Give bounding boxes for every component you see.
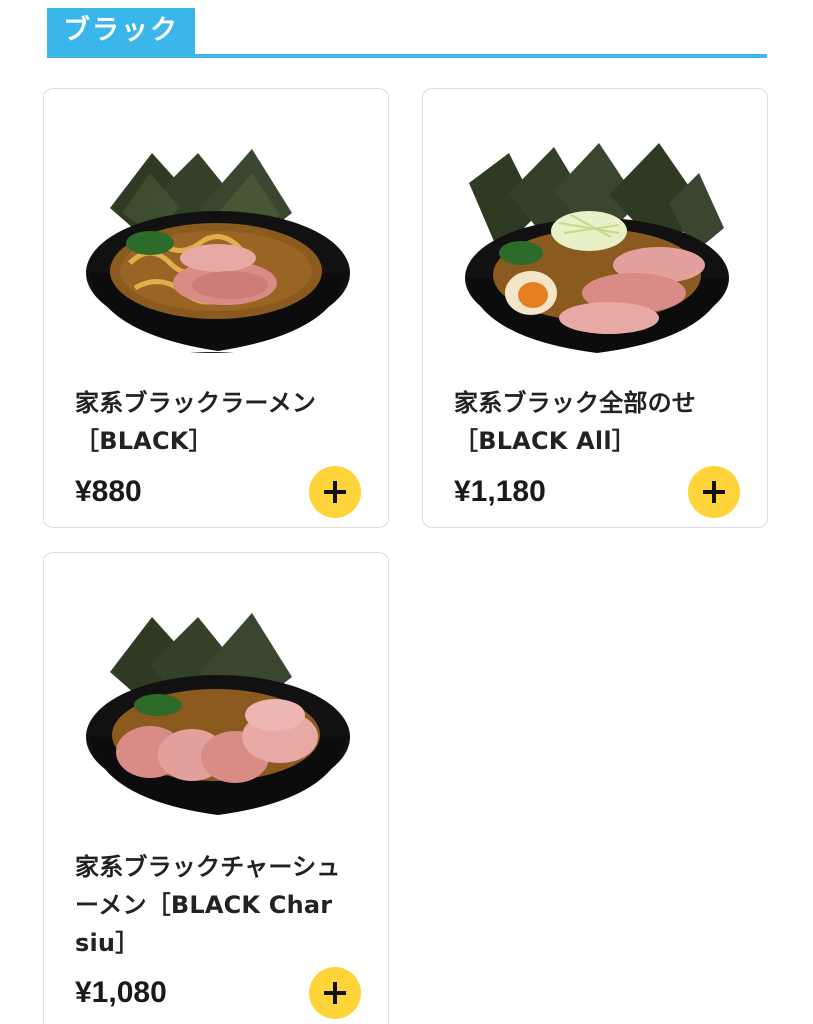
menu-item-name: 家系ブラック全部のせ ［BLACK All］ <box>454 389 696 455</box>
plus-icon <box>703 481 725 503</box>
plus-icon <box>324 982 346 1004</box>
add-to-cart-button[interactable] <box>309 967 361 1019</box>
menu-item-name: 家系ブラックチャーシュ ーメン［BLACK Char siu］ <box>75 853 341 957</box>
menu-item-name: 家系ブラックラーメン ［BLACK］ <box>75 389 317 455</box>
menu-item-card[interactable]: 家系ブラックチャーシュ ーメン［BLACK Char siu］ ¥1,080 <box>43 552 389 1024</box>
ramen-bowl-image <box>465 143 729 353</box>
add-to-cart-button[interactable] <box>688 466 740 518</box>
menu-item-price: ¥1,180 <box>454 475 546 508</box>
section-divider <box>47 54 767 58</box>
ramen-bowl-image <box>86 613 350 815</box>
section-title: ブラック <box>47 8 195 55</box>
ramen-bowl-image <box>86 149 350 353</box>
menu-item-card[interactable]: 家系ブラック全部のせ ［BLACK All］ ¥1,180 <box>422 88 768 528</box>
section-header: ブラック <box>47 8 767 58</box>
menu-page: ブラック 家系ブラックラーメン ［BLACK］ ¥880 家系ブラック全部のせ … <box>0 0 813 1024</box>
add-to-cart-button[interactable] <box>309 466 361 518</box>
menu-item-price: ¥1,080 <box>75 976 167 1009</box>
menu-item-card[interactable]: 家系ブラックラーメン ［BLACK］ ¥880 <box>43 88 389 528</box>
menu-item-price: ¥880 <box>75 475 142 508</box>
plus-icon <box>324 481 346 503</box>
